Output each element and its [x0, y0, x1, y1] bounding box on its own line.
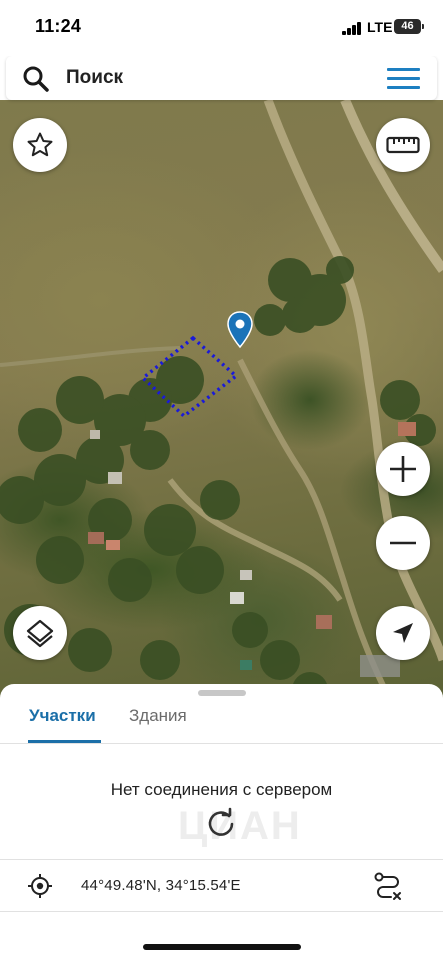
watermark-logo: ЦИАН [178, 804, 302, 848]
my-location-arrow-icon [393, 623, 413, 643]
battery-icon: 46 [394, 19, 424, 34]
map-view[interactable] [0, 100, 443, 700]
network-type: LTE [367, 19, 393, 35]
zoom-in-button[interactable] [376, 442, 430, 496]
favorites-star-icon [27, 132, 53, 157]
status-bar: 11:24 LTE 46 [0, 0, 443, 56]
divider [0, 859, 443, 860]
search-input[interactable]: Поиск [66, 67, 123, 89]
crosshair-icon[interactable] [28, 874, 52, 898]
connection-error-message: Нет соединения с сервером [110, 780, 333, 799]
divider [0, 743, 443, 744]
layers-button[interactable] [13, 606, 67, 660]
zoom-out-icon [390, 541, 416, 545]
tab-parcels[interactable]: Участки [29, 706, 96, 726]
location-marker-icon[interactable] [227, 311, 253, 349]
signal-bars-icon [342, 22, 362, 35]
bottom-sheet: Участки Здания ЦИАН Нет соединения с сер… [0, 684, 443, 960]
layers-icon [26, 619, 54, 648]
hamburger-menu-icon[interactable] [387, 68, 420, 90]
my-location-button[interactable] [376, 606, 430, 660]
ruler-icon [386, 136, 420, 154]
route-icon[interactable] [373, 871, 403, 901]
zoom-in-icon [390, 456, 416, 482]
coordinates-readout[interactable]: 44°49.48'N, 34°15.54'E [81, 877, 241, 894]
map-satellite-layer [0, 100, 443, 700]
refresh-icon[interactable] [205, 807, 237, 839]
zoom-out-button[interactable] [376, 516, 430, 570]
tab-buildings[interactable]: Здания [129, 706, 187, 726]
ruler-button[interactable] [376, 118, 430, 172]
search-bar[interactable]: Поиск [6, 56, 437, 100]
status-time: 11:24 [35, 16, 82, 36]
home-indicator[interactable] [143, 944, 301, 950]
favorites-button[interactable] [13, 118, 67, 172]
search-icon[interactable] [22, 65, 50, 93]
sheet-drag-handle[interactable] [198, 690, 246, 696]
divider [0, 911, 443, 912]
